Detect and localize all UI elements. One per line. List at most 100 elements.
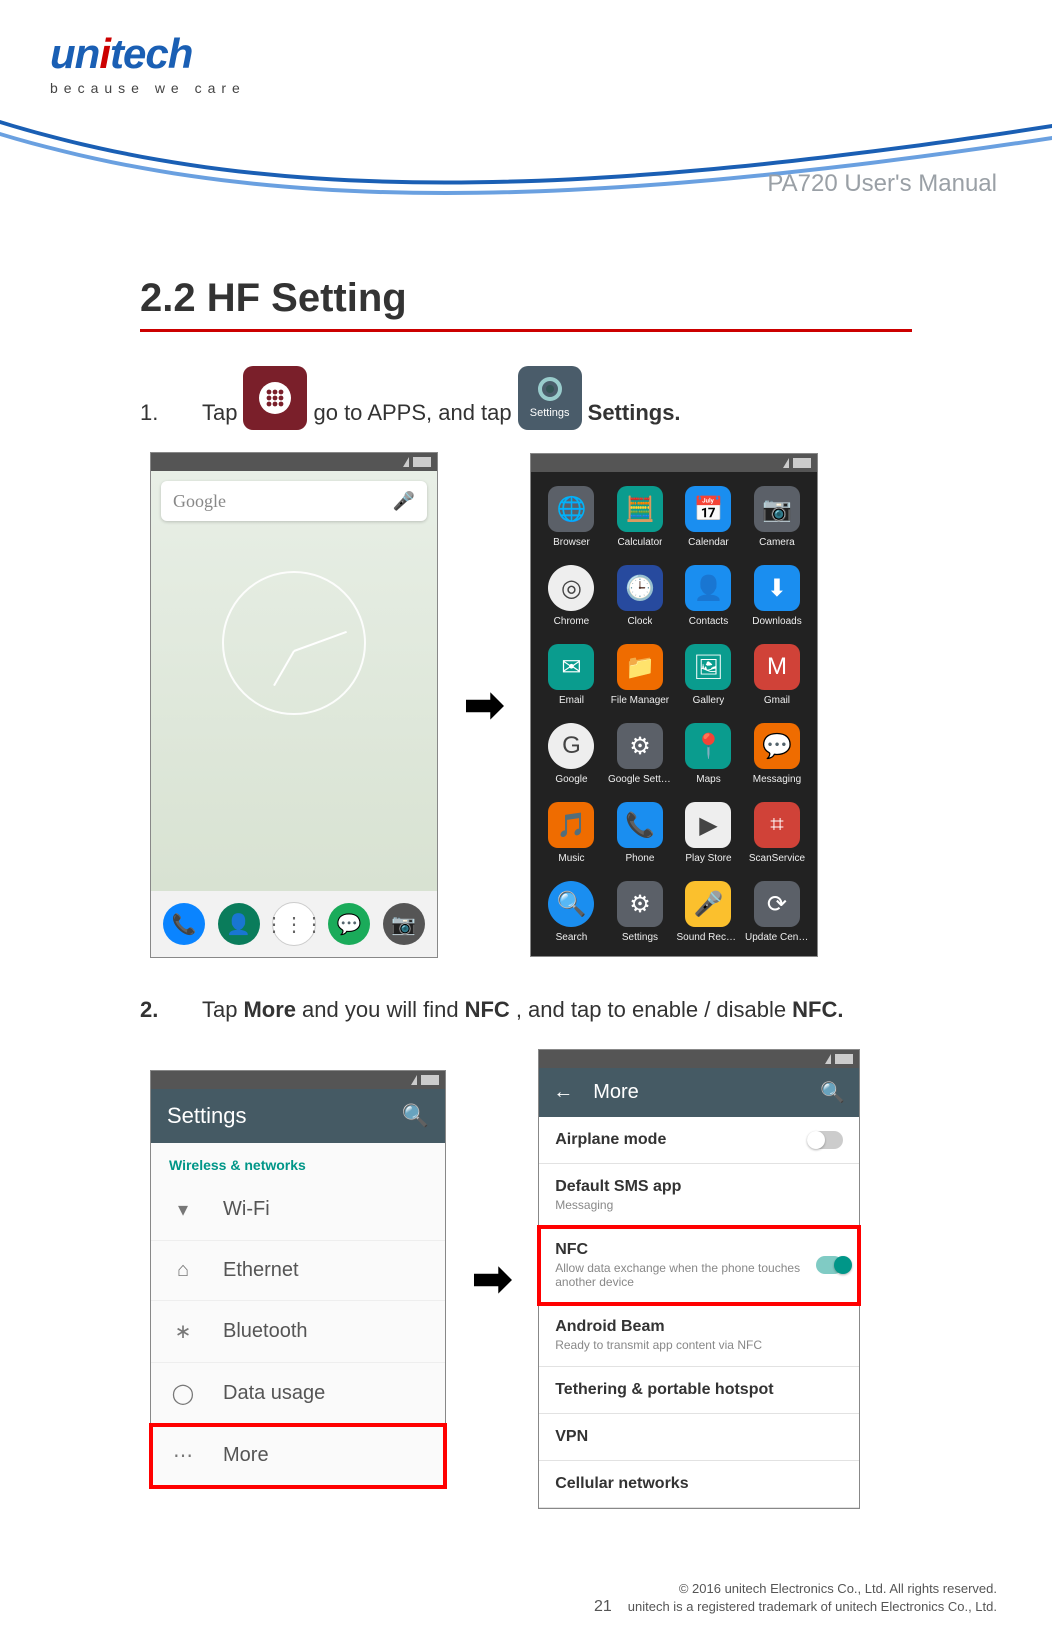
app-music[interactable]: 🎵 Music [539,802,604,867]
app-search[interactable]: 🔍 Search [539,881,604,946]
app-email[interactable]: ✉ Email [539,644,604,709]
app-phone[interactable]: 📞 Phone [608,802,673,867]
step-1-number: 1. [140,395,196,430]
app-icon: ⚙ [617,723,663,769]
row-icon: ◯ [171,1381,195,1406]
app-icon: 🎤 [685,881,731,927]
dock-messaging-icon[interactable]: 💬 [328,903,370,945]
app-browser[interactable]: 🌐 Browser [539,486,604,551]
app-icon: ▶ [685,802,731,848]
app-google-settings[interactable]: ⚙ Google Settings [608,723,673,788]
dock-phone-icon[interactable]: 📞 [163,903,205,945]
dock-camera-icon[interactable]: 📷 [383,903,425,945]
app-icon: ⌗ [754,802,800,848]
row-title: Android Beam [555,1318,762,1336]
phone-home-screen: Google 🎤 📞 👤 ⋮⋮⋮ 💬 📷 [150,452,438,958]
row-title: Airplane mode [555,1131,666,1149]
app-update-center[interactable]: ⟳ Update Center [745,881,810,946]
arrow-right-icon: ➡ [472,1251,512,1307]
app-google[interactable]: G Google [539,723,604,788]
app-label: Music [558,853,584,864]
back-icon[interactable]: ← [553,1081,573,1104]
app-label: Downloads [752,616,801,627]
app-label: Update Center [745,932,809,943]
step-1: 1. Tap go to APPS, and tap Settings Sett… [140,366,912,430]
settings-row-ethernet[interactable]: ⌂ Ethernet [151,1241,445,1301]
app-label: Phone [626,853,655,864]
app-label: Google [555,774,587,785]
app-play-store[interactable]: ▶ Play Store [676,802,741,867]
step-2-word-more: More [243,992,296,1027]
dock-contacts-icon[interactable]: 👤 [218,903,260,945]
row-icon: ▾ [171,1197,195,1222]
app-icon: ◎ [548,565,594,611]
more-row-vpn[interactable]: VPN [539,1414,859,1461]
more-title: More [593,1081,800,1104]
home-dock: 📞 👤 ⋮⋮⋮ 💬 📷 [151,891,437,957]
app-gmail[interactable]: M Gmail [745,644,810,709]
more-row-default-sms-app[interactable]: Default SMS app Messaging [539,1164,859,1227]
app-maps[interactable]: 📍 Maps [676,723,741,788]
arrow-right-icon: ➡ [464,677,504,733]
app-calendar[interactable]: 📅 Calendar [676,486,741,551]
logo-text: unitech [50,30,1002,78]
app-icon: 📷 [754,486,800,532]
search-icon[interactable]: 🔍 [402,1103,429,1129]
app-gallery[interactable]: 🖼 Gallery [676,644,741,709]
app-calculator[interactable]: 🧮 Calculator [608,486,673,551]
app-icon: 🎵 [548,802,594,848]
app-icon: 🌐 [548,486,594,532]
toggle-switch[interactable] [807,1131,843,1149]
app-label: File Manager [611,695,669,706]
more-row-airplane-mode[interactable]: Airplane mode [539,1117,859,1164]
app-downloads[interactable]: ⬇ Downloads [745,565,810,630]
step-2-text-3: , and tap to enable / disable [516,992,786,1027]
app-icon: 📞 [617,802,663,848]
row-label: Data usage [223,1382,325,1405]
page-number: 21 [594,1598,612,1616]
app-icon: 🖼 [685,644,731,690]
row-title: Tethering & portable hotspot [555,1381,773,1399]
app-contacts[interactable]: 👤 Contacts [676,565,741,630]
page-footer: 21 © 2016 unitech Electronics Co., Ltd. … [55,1580,997,1616]
row-label: Ethernet [223,1259,299,1282]
toggle-switch[interactable] [816,1256,844,1274]
app-icon: 👤 [685,565,731,611]
google-search-bar[interactable]: Google 🎤 [161,481,427,521]
app-chrome[interactable]: ◎ Chrome [539,565,604,630]
app-camera[interactable]: 📷 Camera [745,486,810,551]
more-row-android-beam[interactable]: Android Beam Ready to transmit app conte… [539,1304,859,1367]
app-label: Camera [759,537,795,548]
more-row-nfc[interactable]: NFC Allow data exchange when the phone t… [539,1227,859,1304]
settings-row-bluetooth[interactable]: ∗ Bluetooth [151,1301,445,1363]
phone-more-screen: ← More 🔍 Airplane mode Default SMS app M… [538,1049,860,1509]
dock-apps-icon[interactable]: ⋮⋮⋮ [272,902,316,946]
app-icon: 💬 [754,723,800,769]
app-clock[interactable]: 🕒 Clock [608,565,673,630]
more-row-cellular-networks[interactable]: Cellular networks [539,1461,859,1508]
status-bar [151,1071,445,1089]
step-1-text-3: Settings. [588,395,681,430]
app-label: Browser [553,537,590,548]
search-icon[interactable]: 🔍 [820,1080,845,1105]
more-row-tethering-portable-hotspot[interactable]: Tethering & portable hotspot [539,1367,859,1414]
settings-row-data-usage[interactable]: ◯ Data usage [151,1363,445,1425]
app-messaging[interactable]: 💬 Messaging [745,723,810,788]
app-label: ScanService [749,853,805,864]
app-scanservice[interactable]: ⌗ ScanService [745,802,810,867]
app-settings[interactable]: ⚙ Settings [608,881,673,946]
settings-row-wi-fi[interactable]: ▾ Wi-Fi [151,1179,445,1241]
app-icon: G [548,723,594,769]
app-icon: 📍 [685,723,731,769]
row-icon: ∗ [171,1319,195,1344]
settings-row-more[interactable]: ⋯ More [151,1425,445,1487]
phone-apps-screen: 🌐 Browser🧮 Calculator📅 Calendar📷 Camera◎… [530,453,818,957]
settings-app-icon: Settings [518,366,582,430]
clock-widget[interactable] [222,571,366,715]
mic-icon[interactable]: 🎤 [393,491,415,512]
app-file-manager[interactable]: 📁 File Manager [608,644,673,709]
app-icon: ⚙ [617,881,663,927]
logo-block: unitech because we care [50,30,1002,96]
app-label: Settings [622,932,658,943]
app-sound-recorder[interactable]: 🎤 Sound Recorder [676,881,741,946]
